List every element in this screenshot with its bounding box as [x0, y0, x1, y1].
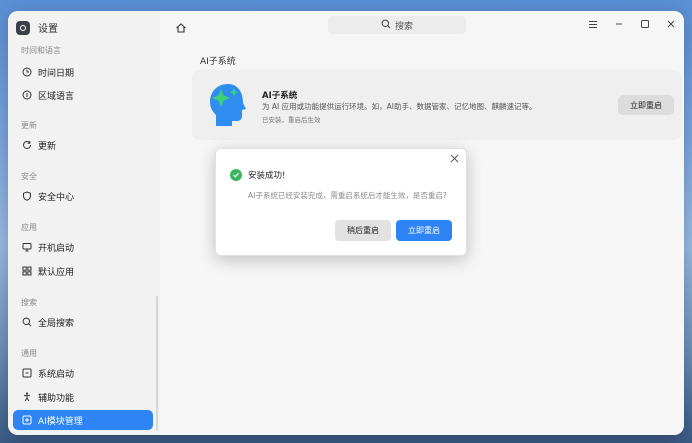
accessibility-icon: [22, 392, 32, 402]
sidebar-item-label: 时间日期: [38, 68, 75, 79]
sidebar-scrollbar[interactable]: [156, 296, 158, 431]
restart-now-button[interactable]: 立即重启: [618, 95, 674, 115]
sidebar-item-ai-module[interactable]: AI模块管理: [13, 410, 153, 430]
search-icon: [381, 19, 391, 32]
app-title-bar: 设置: [16, 20, 58, 35]
sidebar-item-label: 系统启动: [38, 369, 75, 380]
group-label-security: 安全: [21, 172, 37, 181]
sidebar-item-label: 更新: [38, 141, 57, 152]
sidebar-item-label: 开机启动: [38, 243, 75, 254]
sidebar-item-label: 默认应用: [38, 267, 75, 278]
sidebar-item-label: 安全中心: [38, 192, 75, 203]
home-icon[interactable]: [175, 19, 187, 33]
shield-icon: [22, 191, 32, 201]
card-title: AI子系统: [262, 91, 298, 101]
ai-icon: [22, 415, 32, 425]
close-icon[interactable]: [666, 18, 676, 30]
sidebar-item-label: 全局搜索: [38, 318, 75, 329]
grid-icon: [22, 266, 32, 276]
sidebar-item-system-boot[interactable]: 系统启动: [13, 363, 153, 383]
sidebar-item-global-search[interactable]: 全局搜索: [13, 312, 153, 332]
window-controls: [588, 18, 676, 30]
sidebar-item-label: 区域语言: [38, 91, 75, 102]
ai-head-icon: [206, 80, 250, 130]
refresh-icon: [22, 140, 32, 150]
group-label-update: 更新: [21, 121, 37, 130]
ai-subsystem-card: AI子系统 为 AI 应用或功能提供运行环境。如，AI助手、数据管家、记忆地图、…: [192, 70, 682, 140]
dialog-close-icon[interactable]: [449, 154, 459, 164]
sidebar-item-security-center[interactable]: 安全中心: [13, 186, 153, 206]
clock-icon: [22, 67, 32, 77]
search-icon: [22, 317, 32, 327]
search-placeholder: 搜索: [394, 21, 413, 32]
minimize-icon[interactable]: [614, 18, 624, 30]
dialog-header: 安装成功!: [230, 169, 285, 181]
group-label-apps: 应用: [21, 223, 37, 232]
maximize-icon[interactable]: [640, 18, 650, 30]
sidebar-item-update[interactable]: 更新: [13, 135, 153, 155]
sidebar-item-label: 辅助功能: [38, 393, 75, 404]
sidebar-item-accessibility[interactable]: 辅助功能: [13, 387, 153, 407]
section-title: AI子系统: [200, 57, 236, 67]
dialog-title: 安装成功!: [248, 171, 286, 181]
boot-icon: [22, 368, 32, 378]
group-label-search: 搜索: [21, 298, 37, 307]
sidebar: 设置 时间和语言 时间日期 区域语言 更新 更新 安全 安全中心 应用 开机启动…: [8, 11, 161, 435]
group-label-time-language: 时间和语言: [21, 46, 61, 55]
menu-icon[interactable]: [588, 18, 598, 30]
region-icon: [22, 90, 32, 100]
search-input[interactable]: 搜索: [328, 16, 466, 34]
sidebar-item-label: AI模块管理: [38, 416, 83, 427]
restart-later-button[interactable]: 稍后重启: [335, 220, 391, 241]
group-label-general: 通用: [21, 349, 37, 358]
card-description: 为 AI 应用或功能提供运行环境。如，AI助手、数据管家、记忆地图、麒麟速记等。: [262, 102, 537, 111]
settings-app-icon: [16, 20, 30, 35]
settings-window: 设置 时间和语言 时间日期 区域语言 更新 更新 安全 安全中心 应用 开机启动…: [8, 11, 684, 435]
install-success-dialog: 安装成功! AI子系统已经安装完成，需重启系统后才能生效，是否重启? 稍后重启 …: [215, 148, 467, 256]
monitor-icon: [22, 242, 32, 252]
sidebar-item-autostart[interactable]: 开机启动: [13, 237, 153, 257]
card-status: 已安装，重启后生效: [262, 116, 321, 124]
top-bar: 搜索: [160, 11, 684, 39]
sidebar-item-region-language[interactable]: 区域语言: [13, 85, 153, 105]
dialog-restart-now-button[interactable]: 立即重启: [396, 220, 452, 241]
dialog-message: AI子系统已经安装完成，需重启系统后才能生效，是否重启?: [248, 191, 447, 200]
sidebar-item-datetime[interactable]: 时间日期: [13, 62, 153, 82]
success-check-icon: [230, 169, 242, 181]
sidebar-item-default-apps[interactable]: 默认应用: [13, 261, 153, 281]
app-title: 设置: [38, 24, 58, 35]
